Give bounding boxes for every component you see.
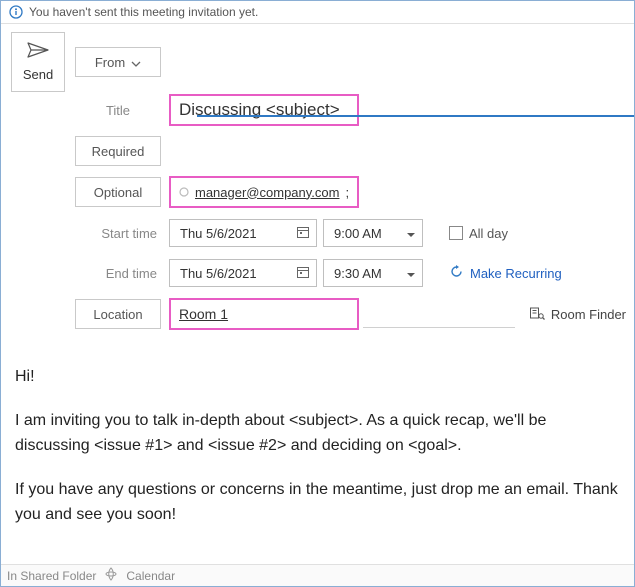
title-field-underline (197, 115, 634, 117)
location-input[interactable]: Room 1 (169, 298, 359, 330)
info-message: You haven't sent this meeting invitation… (29, 5, 258, 19)
info-icon (9, 5, 23, 19)
start-time-value: 9:00 AM (334, 226, 382, 241)
body-paragraph: If you have any questions or concerns in… (15, 477, 620, 528)
location-button[interactable]: Location (75, 299, 161, 329)
chevron-down-icon (406, 226, 416, 241)
room-finder-button[interactable]: Room Finder (529, 305, 626, 324)
body-paragraph: Hi! (15, 364, 620, 390)
room-finder-label: Room Finder (551, 307, 626, 322)
title-input[interactable]: Discussing <subject> (169, 94, 359, 126)
end-time-label: End time (75, 258, 161, 288)
start-date-value: Thu 5/6/2021 (180, 226, 257, 241)
checkbox-icon (449, 226, 463, 240)
calendar-icon (296, 225, 310, 242)
send-label: Send (23, 67, 53, 82)
optional-input[interactable]: manager@company.com; (169, 176, 359, 208)
make-recurring-label: Make Recurring (470, 266, 562, 281)
location-value: Room 1 (179, 306, 228, 322)
location-label: Location (93, 307, 142, 322)
send-icon (27, 42, 49, 61)
from-label: From (95, 55, 125, 70)
make-recurring-button[interactable]: Make Recurring (449, 264, 562, 282)
status-bar: In Shared Folder Calendar (1, 564, 634, 586)
end-time-input[interactable]: 9:30 AM (323, 259, 423, 287)
optional-contact: manager@company.com (195, 185, 339, 200)
end-time-value: 9:30 AM (334, 266, 382, 281)
from-button[interactable]: From (75, 47, 161, 77)
required-button[interactable]: Required (75, 136, 161, 166)
title-label: Title (75, 95, 161, 125)
message-body[interactable]: Hi! I am inviting you to talk in-depth a… (1, 340, 634, 528)
status-calendar: Calendar (126, 569, 175, 583)
required-label: Required (92, 144, 145, 159)
all-day-label: All day (469, 226, 508, 241)
body-paragraph: I am inviting you to talk in-depth about… (15, 408, 620, 459)
calendar-icon (104, 567, 118, 584)
chevron-down-icon (131, 55, 141, 70)
room-finder-icon (529, 305, 545, 324)
start-time-input[interactable]: 9:00 AM (323, 219, 423, 247)
chevron-down-icon (406, 266, 416, 281)
status-folder: In Shared Folder (7, 569, 96, 583)
optional-button[interactable]: Optional (75, 177, 161, 207)
optional-suffix: ; (345, 185, 349, 200)
recurring-icon (449, 264, 464, 282)
contact-status-icon (179, 185, 189, 200)
send-button[interactable]: Send (11, 32, 65, 92)
end-date-value: Thu 5/6/2021 (180, 266, 257, 281)
location-underline (363, 300, 515, 328)
end-date-input[interactable]: Thu 5/6/2021 (169, 259, 317, 287)
all-day-checkbox[interactable]: All day (449, 226, 508, 241)
start-time-label: Start time (75, 218, 161, 248)
optional-label: Optional (94, 185, 142, 200)
title-value: Discussing <subject> (179, 100, 340, 120)
info-bar: You haven't sent this meeting invitation… (1, 1, 634, 24)
calendar-icon (296, 265, 310, 282)
start-date-input[interactable]: Thu 5/6/2021 (169, 219, 317, 247)
